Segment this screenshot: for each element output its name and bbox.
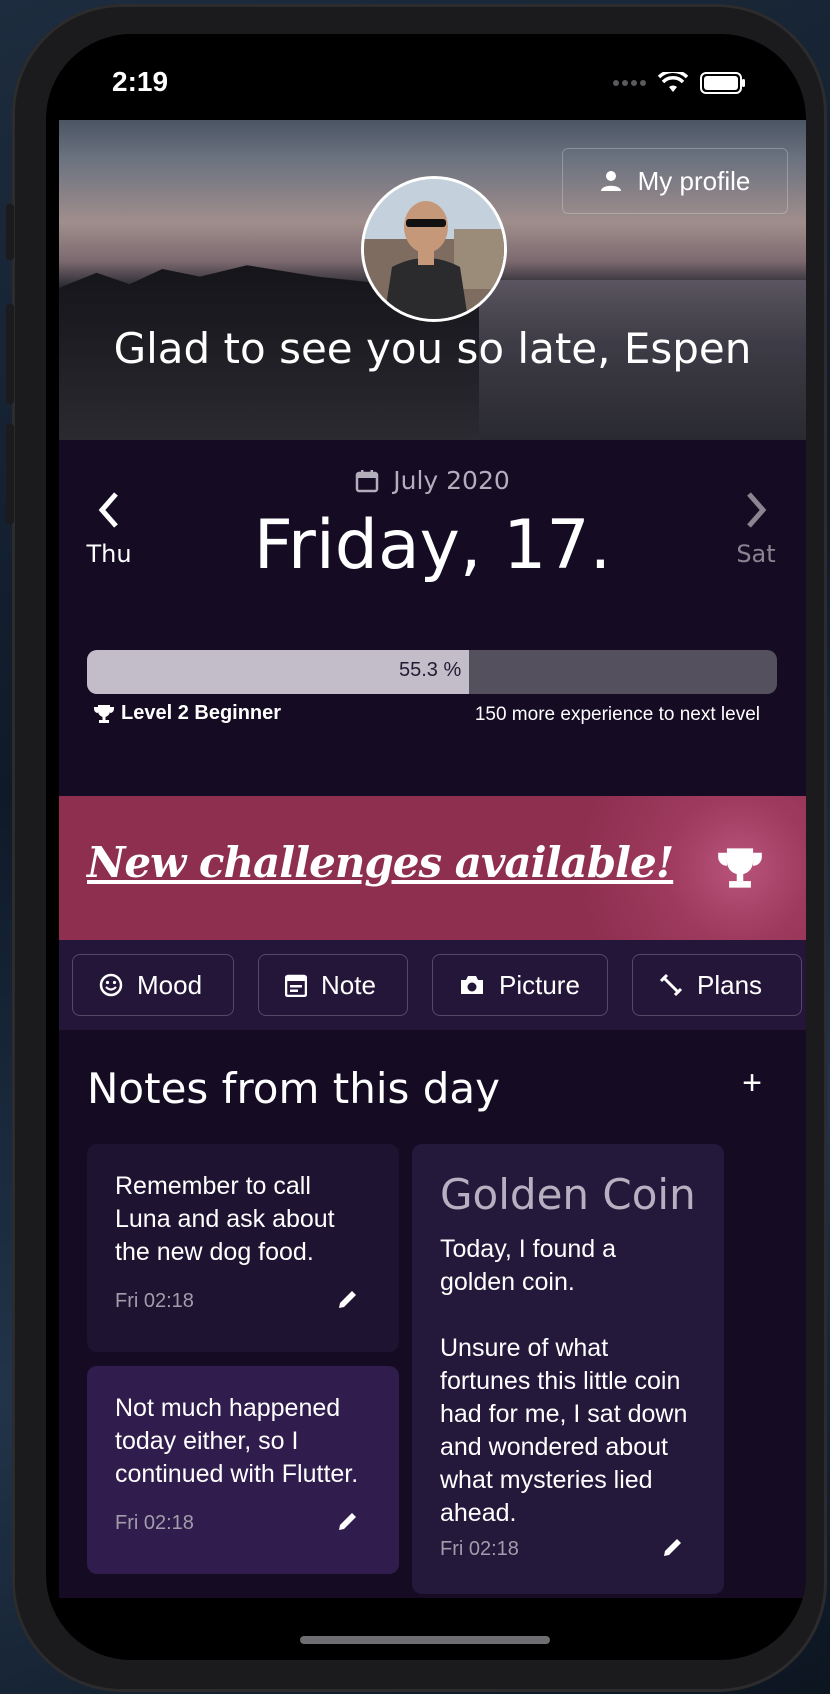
note-card[interactable]: Golden Coin Today, I found a golden coin… [412,1144,724,1594]
chip-label: Plans [697,969,763,1000]
chip-picture[interactable]: Picture [432,954,608,1016]
chip-plans[interactable]: Plans [632,954,802,1016]
month-label[interactable]: July 2020 [59,466,806,495]
next-level-text: 150 more experience to next level [474,704,760,725]
pencil-icon [664,1539,681,1556]
note-card-time: Fri 02:18 [115,1512,194,1534]
experience-progress-bar: 55.3 % [87,650,777,694]
note-card[interactable]: Remember to call Luna and ask about the … [87,1144,399,1352]
greeting-text: Glad to see you so late, Espen [113,324,752,373]
calendar-note-icon [285,974,307,997]
person-icon [600,171,621,191]
note-card-time: Fri 02:18 [440,1538,519,1560]
battery-icon [700,72,745,94]
note-card-time: Fri 02:18 [115,1290,194,1312]
app-screen: My profile Glad to see you so late, Espe… [59,120,806,1598]
level-label: Level 2 Beginner [93,702,281,725]
status-time: 2:19 [112,66,169,97]
volume-up-button [6,304,14,404]
device-bezel: 2:19 My profile Glad to see you so late,… [46,34,806,1660]
cellular-signal-icon [613,80,646,86]
trophy-icon [94,704,114,723]
banner-trophy [714,844,766,896]
chip-label: Note [321,969,376,1000]
entry-type-chips: Mood Note Picture Plans [59,940,806,1030]
level-text: Level 2 Beginner [121,702,282,724]
camera-icon [461,976,483,994]
edit-note-button[interactable] [337,1510,359,1536]
wifi-icon [658,72,688,92]
notch [216,34,636,98]
edit-note-button[interactable] [337,1288,359,1314]
profile-header: My profile Glad to see you so late, Espe… [59,120,806,440]
home-indicator [300,1636,550,1644]
calendar-icon [355,469,379,492]
month-text: July 2020 [393,466,510,495]
notes-section-title: Notes from this day [87,1064,500,1113]
note-card[interactable]: Not much happened today either, so I con… [87,1366,399,1574]
phone-frame: 2:19 My profile Glad to see you so late,… [6,4,827,1692]
avatar[interactable] [361,176,507,322]
fitness-icon [659,973,683,997]
progress-percent: 55.3 % [399,659,462,681]
note-card-text: Today, I found a golden coin. Unsure of … [440,1235,688,1527]
my-profile-label: My profile [637,165,751,196]
pencil-icon [339,1513,356,1530]
status-icons [612,72,746,94]
challenges-banner[interactable]: New challenges available! [59,796,806,940]
mute-switch [6,204,14,260]
pencil-icon [339,1291,356,1308]
chip-mood[interactable]: Mood [72,954,234,1016]
next-day-label: Sat [736,540,776,568]
note-card-title: Golden Coin [440,1170,696,1219]
day-title: Friday, 17. [253,506,612,585]
avatar-photo [364,179,504,319]
smiley-icon [99,973,123,997]
date-navigation: Thu July 2020 Friday, 17. Sat 55.3 % Lev… [59,440,806,740]
edit-note-button[interactable] [662,1536,684,1562]
volume-down-button [6,424,14,524]
trophy-icon [718,848,762,888]
my-profile-button[interactable]: My profile [562,148,788,214]
note-card-text: Not much happened today either, so I con… [115,1394,359,1488]
chip-label: Mood [137,969,203,1000]
chevron-right-icon [747,492,767,528]
challenges-banner-text: New challenges available! [87,838,674,887]
chip-label: Picture [499,969,580,1000]
add-note-button[interactable]: + [742,1064,762,1103]
next-day-button[interactable]: Sat [716,490,796,568]
chip-note[interactable]: Note [258,954,408,1016]
note-card-text: Remember to call Luna and ask about the … [115,1172,335,1266]
